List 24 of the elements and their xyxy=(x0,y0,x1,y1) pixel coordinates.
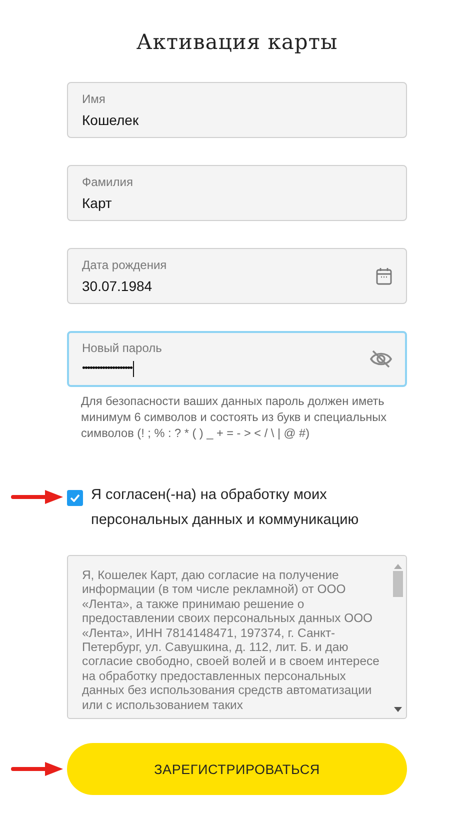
field-label: Дата рождения xyxy=(82,258,168,272)
field-value: 30.07.1984 xyxy=(82,278,154,294)
scroll-thumb[interactable] xyxy=(392,571,402,597)
consent-checkbox[interactable] xyxy=(67,490,83,506)
checkmark-icon xyxy=(70,494,80,502)
field-value: Карт xyxy=(82,195,113,211)
input-field[interactable]: Имя Кошелек xyxy=(67,82,407,138)
input-field[interactable]: Дата рождения 30.07.1984 xyxy=(67,248,407,304)
eye-off-icon[interactable] xyxy=(370,349,392,369)
input-field[interactable]: Фамилия Карт xyxy=(67,165,407,221)
scroll-up-icon[interactable] xyxy=(394,564,402,569)
page-title: Активация карты xyxy=(136,30,338,54)
register-button[interactable]: ЗАРЕГИСТРИРОВАТЬСЯ xyxy=(67,743,407,796)
consent-label: Я согласен(-на) на обработку моих персональных данных и коммуникацию xyxy=(91,486,360,530)
field-label: Новый пароль xyxy=(82,341,163,355)
scroll-down-icon[interactable] xyxy=(394,707,402,712)
field-label: Фамилия xyxy=(82,175,134,189)
field-value: •••••••••••••••••••• xyxy=(82,361,134,377)
input-field[interactable]: Новый пароль •••••••••••••••••••• xyxy=(67,331,407,387)
field-value: Кошелек xyxy=(82,112,140,128)
agreement-text: Я, Кошелек Карт, даю согласие на получение информации (в том числе рекламной) от ООО «Лента», а также принимаю решение о предоставлении своих персональных данных ООО «Лента», ИНН 7814148471, 197374, г. Санкт-Петербург, ул. Савушкина, д. 112, лит. Б. и даю согласие свободно, своей волей и в своем интересе на обработку предоставленных персональных данных без использования средств автоматизации или с использованием таких xyxy=(82,568,380,712)
password-hint: Для безопасности ваших данных пароль должен иметь минимум 6 символов и состоять из букв и специальных символов (! ; % : ? * ( ) _ + = - > < / \ | @ #) xyxy=(81,393,388,441)
calendar-icon[interactable] xyxy=(376,267,392,285)
field-label: Имя xyxy=(82,92,106,106)
